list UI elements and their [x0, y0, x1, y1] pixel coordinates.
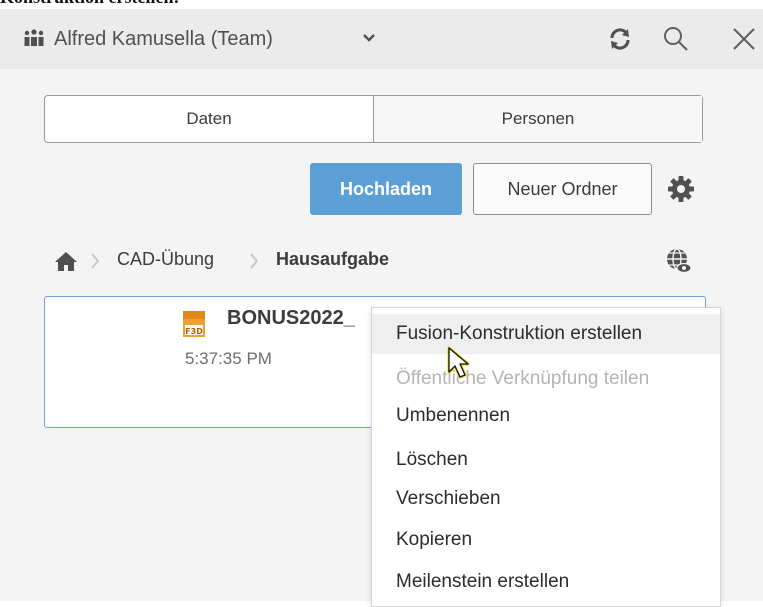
- file-timestamp: 5:37:35 PM: [185, 349, 272, 368]
- new-folder-button[interactable]: Neuer Ordner: [473, 163, 652, 215]
- file-icon-label: F3D: [185, 327, 203, 336]
- menu-item-create-milestone[interactable]: Meilenstein erstellen: [372, 562, 720, 602]
- menu-item-delete[interactable]: Löschen: [372, 440, 720, 480]
- tab-personen[interactable]: Personen: [373, 96, 702, 142]
- top-cropped-text: Konstruktion erstellen:: [0, 0, 180, 8]
- gear-icon[interactable]: [667, 175, 695, 203]
- file-name[interactable]: BONUS2022_: [227, 307, 355, 330]
- menu-item-create-design[interactable]: Fusion-Konstruktion erstellen: [372, 314, 720, 354]
- menu-item-share-public-link: Öffentliche Verknüpfung teilen: [396, 368, 650, 389]
- breadcrumb-separator-icon: [250, 253, 259, 269]
- upload-button[interactable]: Hochladen: [310, 163, 462, 215]
- menu-item-move[interactable]: Verschieben: [372, 479, 720, 519]
- breadcrumb-item-cad-uebung[interactable]: CAD-Übung: [117, 249, 214, 270]
- breadcrumb-item-hausaufgabe: Hausaufgabe: [276, 249, 390, 269]
- view-tabs: Daten Personen: [44, 95, 703, 143]
- home-icon[interactable]: [54, 250, 78, 272]
- panel-header: Alfred Kamusella (Team): [0, 9, 763, 69]
- f3d-file-icon: F3D: [183, 311, 205, 337]
- close-icon[interactable]: [730, 25, 758, 53]
- top-cropped-strip: Konstruktion erstellen:: [0, 0, 763, 9]
- menu-item-copy[interactable]: Kopieren: [372, 520, 720, 560]
- chevron-down-icon[interactable]: [362, 32, 376, 44]
- menu-item-rename[interactable]: Umbenennen: [372, 396, 720, 436]
- breadcrumb-separator-icon: [91, 253, 100, 269]
- globe-icon[interactable]: [665, 247, 693, 275]
- context-menu: Fusion-Konstruktion erstellen Öffentlich…: [371, 307, 721, 607]
- team-selector-label[interactable]: Alfred Kamusella (Team): [54, 28, 273, 51]
- mouse-cursor-icon: [447, 346, 470, 379]
- refresh-icon[interactable]: [606, 25, 634, 53]
- search-icon[interactable]: [662, 25, 690, 53]
- team-icon: [24, 29, 44, 46]
- tab-daten[interactable]: Daten: [45, 96, 373, 142]
